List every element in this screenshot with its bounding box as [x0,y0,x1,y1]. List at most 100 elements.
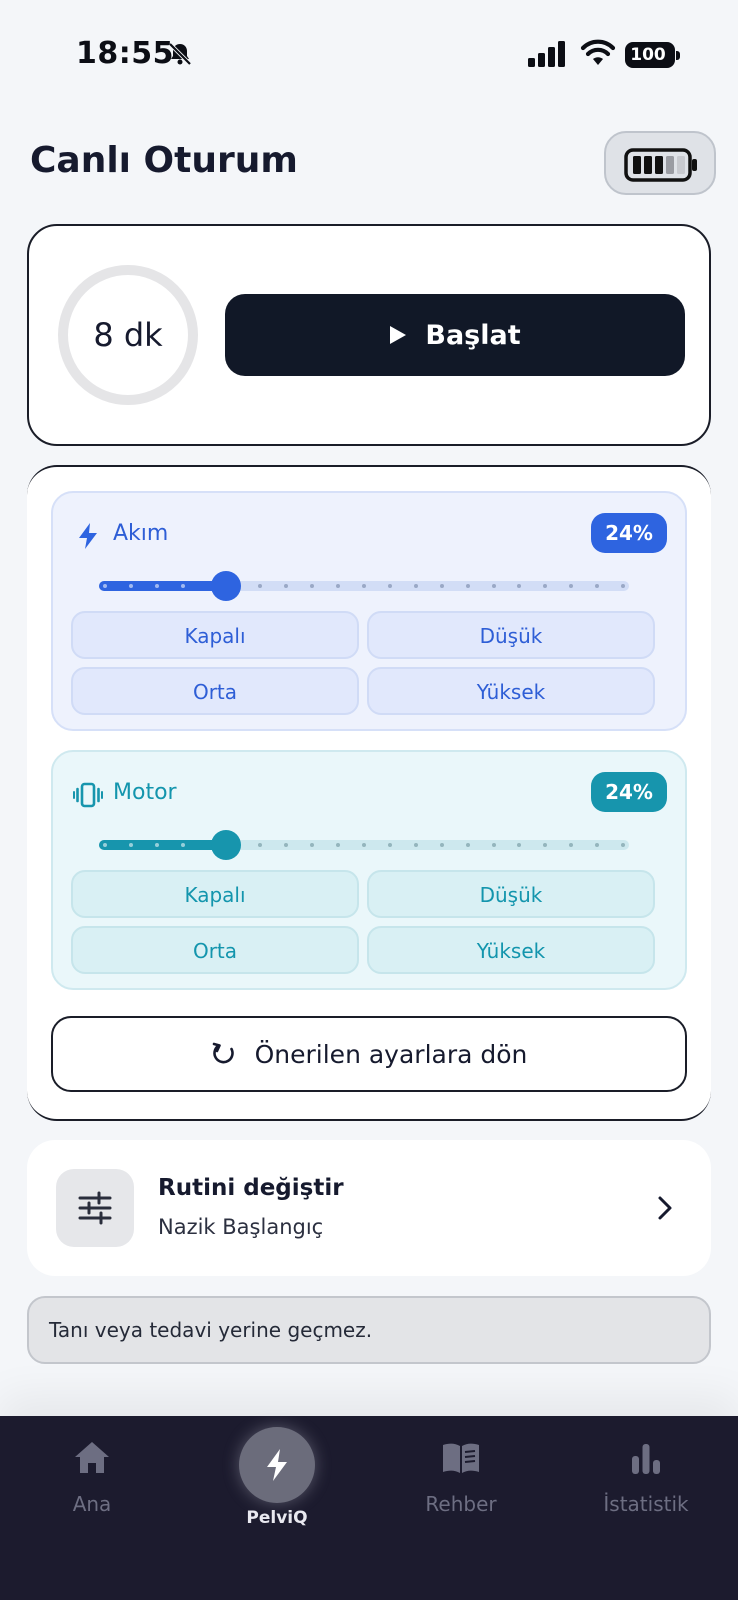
wifi-icon [580,39,616,65]
slider-tick [595,843,599,847]
motor-slider-dots [99,843,629,847]
battery-nub [676,51,680,60]
akim-panel: Akım 24% Kapalı Düşük Orta Yüksek [51,491,687,731]
bolt-icon [79,523,97,549]
slider-tick [181,584,185,588]
slider-tick [492,584,496,588]
slider-tick [284,843,288,847]
pelviq-active-circle [239,1427,315,1503]
disclaimer-text: Tanı veya tedavi yerine geçmez. [49,1318,373,1342]
routine-title: Rutini değiştir [158,1175,344,1201]
motor-panel: Motor 24% Kapalı Düşük Orta Yüksek [51,750,687,990]
slider-tick [440,584,444,588]
change-routine-card[interactable]: Rutini değiştir Nazik Başlangıç [27,1140,711,1276]
slider-tick [155,584,159,588]
akim-mode-dusuk-button[interactable]: Düşük [367,611,655,659]
akim-percent-badge: 24% [591,513,667,553]
motor-mode-yuksek-button[interactable]: Yüksek [367,926,655,974]
slider-tick [543,584,547,588]
controls-card: Akım 24% Kapalı Düşük Orta Yüksek Motor … [27,465,711,1121]
slider-tick [543,843,547,847]
refresh-icon [212,1042,234,1064]
reset-settings-button[interactable]: Önerilen ayarlara dön [51,1016,687,1092]
slider-tick [569,843,573,847]
motor-mode-orta-button[interactable]: Orta [71,926,359,974]
reset-settings-label: Önerilen ayarlara dön [254,1039,528,1069]
session-duration: 8 dk [93,316,163,354]
battery-level-text: 100 [630,45,666,65]
slider-tick [155,843,159,847]
slider-tick [129,843,133,847]
slider-tick [129,584,133,588]
motor-mode-kapali-button[interactable]: Kapalı [71,870,359,918]
motor-percent-badge: 24% [591,772,667,812]
routine-subtitle: Nazik Başlangıç [158,1215,324,1239]
nav-item-rehber[interactable]: Rehber [386,1416,536,1546]
home-icon [75,1442,109,1473]
timer-ring: 8 dk [58,265,198,405]
slider-tick [621,843,625,847]
nav-item-istatistik[interactable]: İstatistik [571,1416,721,1546]
chevron-right-icon [658,1196,672,1220]
slider-tick [414,843,418,847]
slider-tick [284,584,288,588]
motor-slider-thumb[interactable] [211,830,241,860]
book-icon [443,1443,479,1473]
slider-tick [595,584,599,588]
status-bar: 18:55 100 [0,0,738,110]
start-button[interactable]: Başlat [225,294,685,376]
slider-tick [440,843,444,847]
slider-tick [181,843,185,847]
akim-mode-kapali-button[interactable]: Kapalı [71,611,359,659]
slider-tick [258,843,262,847]
nav-label-pelviq: PelviQ [246,1508,308,1528]
nav-label-ana: Ana [72,1492,112,1516]
session-card: 8 dk Başlat [27,224,711,446]
sliders-icon [78,1191,112,1225]
akim-slider-dots [99,584,629,588]
status-time: 18:55 [76,36,174,71]
bell-slash-icon [168,42,192,66]
disclaimer-box: Tanı veya tedavi yerine geçmez. [27,1296,711,1364]
bottom-nav: Ana PelviQ Rehber İstatistik [0,1416,738,1600]
slider-tick [336,584,340,588]
motor-slider[interactable] [99,830,629,860]
routine-icon-box [56,1169,134,1247]
slider-tick [310,584,314,588]
slider-tick [362,843,366,847]
nav-label-istatistik: İstatistik [603,1492,689,1516]
device-battery-button[interactable] [604,131,716,195]
battery-status: 100 [625,42,680,68]
slider-tick [517,843,521,847]
slider-tick [103,584,107,588]
slider-tick [258,584,262,588]
motor-title: Motor [113,780,177,805]
slider-tick [466,843,470,847]
slider-tick [388,584,392,588]
slider-tick [466,584,470,588]
slider-tick [388,843,392,847]
akim-mode-yuksek-button[interactable]: Yüksek [367,667,655,715]
slider-tick [414,584,418,588]
motor-mode-dusuk-button[interactable]: Düşük [367,870,655,918]
slider-tick [621,584,625,588]
akim-title: Akım [113,521,169,546]
akim-mode-orta-button[interactable]: Orta [71,667,359,715]
start-button-label: Başlat [425,319,521,351]
bar-chart-icon [632,1444,660,1474]
slider-tick [103,843,107,847]
signal-icon [528,41,565,67]
vibration-icon [73,782,103,808]
nav-item-ana[interactable]: Ana [17,1416,167,1546]
nav-item-pelviq[interactable]: PelviQ [202,1416,352,1546]
nav-label-rehber: Rehber [425,1492,497,1516]
battery-icon [624,148,697,182]
slider-tick [336,843,340,847]
akim-slider-thumb[interactable] [211,571,241,601]
slider-tick [517,584,521,588]
akim-slider[interactable] [99,571,629,601]
slider-tick [310,843,314,847]
slider-tick [569,584,573,588]
play-icon [390,326,407,344]
bolt-icon [267,1449,287,1481]
